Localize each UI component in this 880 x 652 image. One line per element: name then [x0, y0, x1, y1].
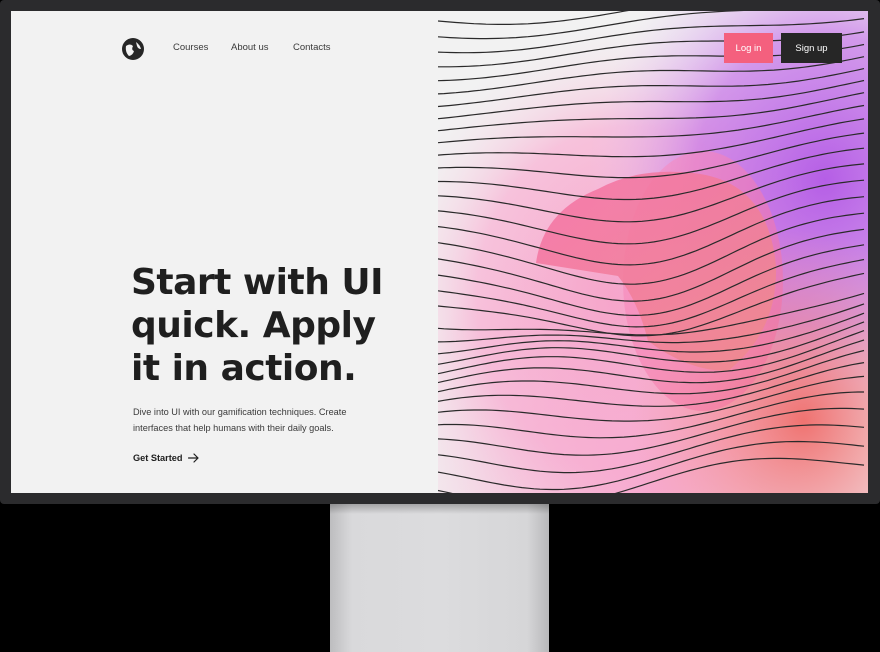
globe-logo-icon[interactable]: [121, 37, 145, 61]
nav-link-about[interactable]: About us: [231, 42, 269, 53]
nav-link-courses[interactable]: Courses: [173, 42, 208, 53]
arrow-right-icon: [187, 453, 199, 463]
headline-line-2: quick. Apply: [131, 305, 376, 346]
hero-artwork: [438, 11, 868, 493]
get-started-link[interactable]: Get Started: [133, 451, 199, 465]
description-line-1: Dive into UI with our gamification techn…: [133, 407, 347, 417]
headline-line-3: it in action.: [131, 348, 357, 389]
login-button[interactable]: Log in: [724, 33, 773, 63]
monitor-stand: [330, 504, 549, 652]
get-started-label: Get Started: [133, 453, 183, 463]
hero-headline: Start with UI quick. Apply it in action.: [131, 261, 431, 390]
description-line-2: interfaces that help humans with their d…: [133, 423, 334, 433]
signup-button[interactable]: Sign up: [781, 33, 842, 63]
hero-description: Dive into UI with our gamification techn…: [133, 404, 373, 436]
wave-lines-graphic: [438, 11, 868, 493]
website-screen: Courses About us Contacts Log in Sign up…: [11, 11, 868, 493]
stand-shadow: [330, 504, 549, 514]
headline-line-1: Start with UI: [131, 262, 384, 303]
nav-link-contacts[interactable]: Contacts: [293, 42, 331, 53]
